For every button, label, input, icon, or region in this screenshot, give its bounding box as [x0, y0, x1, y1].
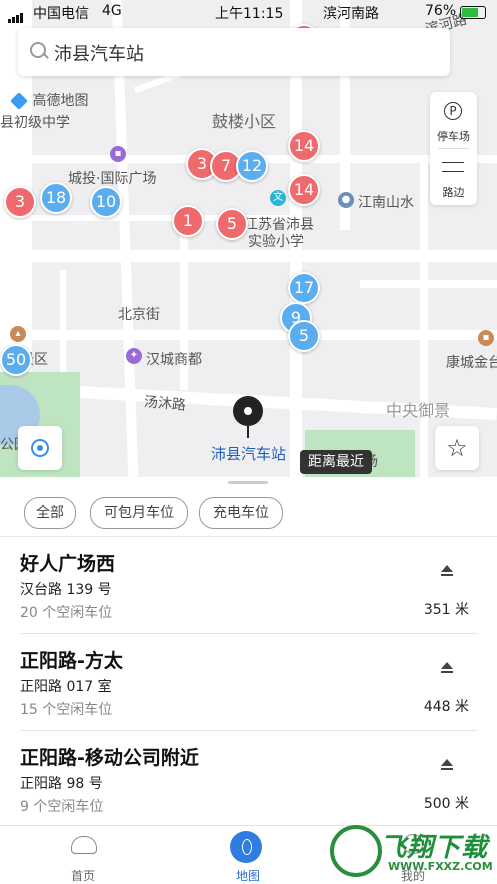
tab-label: 首页 [70, 869, 95, 883]
lot-distance: 351 米 [423, 602, 469, 618]
shop-icon: ✦ [126, 348, 142, 364]
parking-pin[interactable]: 10 [90, 186, 122, 218]
amap-logo-icon [10, 92, 28, 110]
lot-distance: 500 米 [423, 796, 469, 812]
lot-address: 正阳路 017 室 [20, 679, 112, 695]
lot-name: 正阳路-移动公司附近 [20, 747, 199, 769]
carrier-label: 中国电信 [33, 6, 89, 22]
lot-address: 汉台路 139 号 [20, 582, 112, 598]
watermark-url: WWW.FXXZ.COM [388, 860, 493, 873]
parking-pin[interactable]: 14 [288, 130, 320, 162]
watermark-logo-icon [330, 825, 382, 877]
lot-name: 好人广场西 [20, 553, 116, 575]
parking-pin[interactable]: 5 [216, 208, 248, 240]
parking-pin[interactable]: 17 [288, 272, 320, 304]
search-bar[interactable]: 沛县汽车站 [18, 28, 450, 76]
roadside-icon[interactable] [442, 162, 464, 172]
filter-monthly-chip[interactable]: 可包月车位 [90, 497, 188, 529]
filter-charging-chip[interactable]: 充电车位 [199, 497, 283, 529]
parking-pin[interactable]: 50 [0, 344, 32, 376]
sheet-drag-handle[interactable] [228, 481, 268, 484]
locate-me-button[interactable] [18, 426, 62, 470]
map-label: 实验小学 [248, 234, 304, 250]
parking-layer-button[interactable]: 停车场 [430, 128, 477, 144]
divider [438, 148, 469, 149]
search-icon [30, 42, 46, 58]
location-label: 滨河南路 [323, 6, 379, 22]
lot-free-spaces: 20 个空闲车位 [20, 605, 113, 621]
navigate-icon[interactable] [441, 759, 453, 770]
list-item[interactable]: 好人广场西 汉台路 139 号 20 个空闲车位 351 米 [0, 537, 497, 634]
map-label: 康城金台 [446, 355, 497, 371]
favorite-button[interactable]: ☆ [435, 426, 479, 470]
scenic-icon: ▴ [10, 326, 26, 342]
battery-icon [460, 6, 486, 19]
school-icon: 文 [270, 190, 286, 206]
parking-icon[interactable]: P [444, 102, 462, 120]
status-bar: 中国电信 4G 上午11:15 滨河南路 76% [0, 0, 497, 24]
building-icon: ▪ [110, 146, 126, 162]
clock: 上午11:15 [215, 6, 284, 22]
lot-distance: 448 米 [423, 699, 469, 715]
tab-map[interactable]: 地图 [188, 826, 308, 884]
network-label: 4G [102, 3, 122, 19]
lot-free-spaces: 9 个空闲车位 [20, 799, 104, 815]
destination-label: 沛县汽车站 [211, 445, 287, 463]
amap-logo-text: 高德地图 [32, 93, 89, 109]
navigate-icon[interactable] [441, 662, 453, 673]
parking-pin[interactable]: 1 [172, 205, 204, 237]
amap-logo: 高德地图 [10, 90, 88, 110]
map-layer-panel: P 停车场 路边 [430, 92, 477, 205]
parking-pin[interactable]: 14 [288, 174, 320, 206]
filter-all-chip[interactable]: 全部 [24, 497, 76, 529]
map-label: 城投·国际广场 [68, 171, 157, 187]
cloud-icon [71, 836, 97, 854]
lot-name: 正阳路-方太 [20, 650, 123, 672]
tab-label: 地图 [235, 869, 260, 883]
roadside-layer-button[interactable]: 路边 [430, 184, 477, 200]
map-label: 鼓楼小区 [212, 112, 277, 131]
parking-pin[interactable]: 3 [4, 186, 36, 218]
map-icon [230, 831, 262, 863]
map-label: 汤沐路 [143, 394, 187, 414]
list-item[interactable]: 正阳路-方太 正阳路 017 室 15 个空闲车位 448 米 [0, 634, 497, 731]
building-icon: ▪ [478, 330, 494, 346]
signal-icon [8, 7, 24, 23]
poi-icon: ● [338, 192, 354, 208]
lot-free-spaces: 15 个空闲车位 [20, 702, 113, 718]
parking-pin[interactable]: 18 [40, 182, 72, 214]
site-watermark: 飞翔下载 WWW.FXXZ.COM [330, 823, 493, 883]
map-label: 江南山水 [358, 195, 414, 211]
search-input[interactable]: 沛县汽车站 [54, 40, 144, 66]
parking-pin[interactable]: 12 [236, 150, 268, 182]
lot-address: 正阳路 98 号 [20, 776, 103, 792]
nearest-tag: 距离最近 [300, 450, 372, 474]
navigate-icon[interactable] [441, 565, 453, 576]
parking-list-sheet: 全部 可包月车位 充电车位 好人广场西 汉台路 139 号 20 个空闲车位 3… [0, 477, 497, 825]
map-label: 中央御景 [386, 401, 451, 420]
map-label: 北京街 [118, 307, 160, 323]
list-item[interactable]: 正阳路-移动公司附近 正阳路 98 号 9 个空闲车位 500 米 [0, 731, 497, 828]
parking-pin[interactable]: 5 [288, 320, 320, 352]
tab-home[interactable]: 首页 [23, 826, 143, 884]
map-label: 县初级中学 [0, 115, 70, 131]
battery-label: 76% [425, 3, 457, 19]
watermark-title: 飞翔下载 [380, 833, 489, 863]
map-label: 汉城商都 [146, 352, 202, 368]
